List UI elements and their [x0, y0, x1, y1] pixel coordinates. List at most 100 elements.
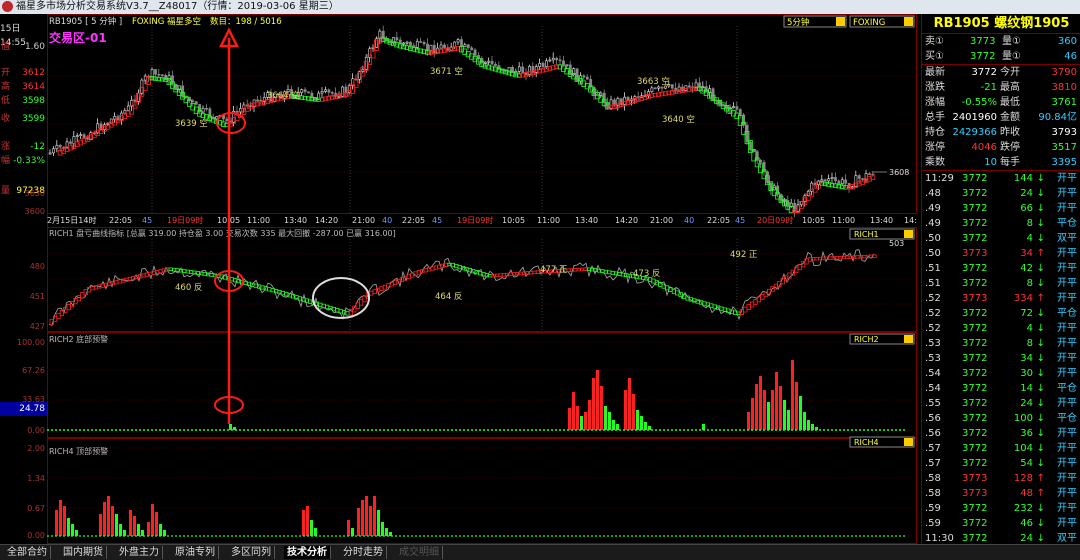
book-price: 3773 [970, 36, 996, 47]
tick-row: .52 3773 334 ↑ 开平 [922, 291, 1080, 306]
tick-row: .53 3772 8 ↓ 开平 [922, 336, 1080, 351]
tick-time: .56 [925, 413, 941, 424]
rich4-bar [306, 506, 309, 536]
tick-volume: 24 [1020, 188, 1033, 199]
arrow-up-icon: ↑ [1036, 473, 1045, 484]
rich4-bar [361, 500, 364, 536]
dropdown-icon [904, 17, 913, 26]
tab-原油专列[interactable]: 原油专列 [172, 546, 219, 559]
rich2-bar [787, 410, 790, 430]
tab-外盘主力[interactable]: 外盘主力 [116, 546, 163, 559]
arrow-down-icon: ↓ [1036, 398, 1045, 409]
tick-time: .53 [925, 353, 941, 364]
dropdown-icon [904, 335, 913, 343]
chart-header-count: 数目：198 / 5016 [210, 16, 282, 27]
tick-type: 开平 [1057, 263, 1077, 274]
arrow-down-icon: ↓ [1036, 308, 1045, 319]
rich1-last-value: 503 [889, 239, 904, 248]
tick-volume: 104 [1013, 443, 1033, 454]
tick-price: 3773 [962, 488, 988, 499]
tab-分时走势[interactable]: 分时走势 [340, 546, 387, 559]
tick-time: .51 [925, 278, 941, 289]
stat-label: 涨幅 [925, 97, 945, 108]
period-select[interactable]: 5分钟 [783, 15, 847, 28]
tick-type: 开平 [1057, 458, 1077, 469]
tick-row: .48 3772 24 ↓ 开平 [922, 186, 1080, 201]
tab-技术分析[interactable]: 技术分析 [284, 546, 331, 559]
tick-price: 3772 [962, 188, 988, 199]
tick-time: .49 [925, 218, 941, 229]
tick-price: 3772 [962, 173, 988, 184]
rich4-bar [314, 528, 317, 536]
rich2-bar [702, 424, 705, 430]
tick-price: 3773 [962, 248, 988, 259]
tab-全部合约[interactable]: 全部合约 [4, 546, 51, 559]
quote-stat-row: 乘数 10 每手 3395 [922, 155, 1080, 170]
stat-value: 90.84亿 [1038, 112, 1077, 123]
tick-type: 开平 [1057, 323, 1077, 334]
quote-stat-row: 持仓 2429366 昨收 3793 [922, 125, 1080, 140]
quote-panel: RB1905 螺纹钢1905 卖① 3773 量① 360 买① 3772 量① 46 最新 3… [921, 14, 1080, 544]
period-select-label: 5分钟 [787, 17, 809, 28]
indicator-select[interactable]: FOXING [849, 15, 915, 28]
rich4-bar [67, 518, 70, 536]
quote-stat-row: 涨跌 -21 最高 3810 [922, 80, 1080, 95]
rich4-bar [99, 514, 102, 536]
tick-row: .54 3772 14 ↓ 平仓 [922, 381, 1080, 396]
rich1-annotation: 492 正 [730, 250, 758, 260]
tick-type: 开平 [1057, 278, 1077, 289]
tab-成交明细[interactable]: 成交明细 [396, 546, 443, 559]
last-price-label: 3608 [889, 168, 909, 177]
rich2-bar [572, 392, 575, 430]
tab-多区同列[interactable]: 多区同列 [228, 546, 275, 559]
main-y-tick: 3600 [25, 207, 45, 216]
order-book-row: 卖① 3773 量① 360 [922, 34, 1080, 49]
left-info-panel: 15日14:55 值 1.60 开 3612 高 3614 低 3598 收 3599 涨 -12 幅 -… [0, 14, 48, 540]
rich4-panel [47, 438, 917, 544]
tick-type: 双平 [1057, 233, 1077, 244]
tab-国内期货[interactable]: 国内期货 [60, 546, 107, 559]
rich1-step-line [49, 254, 877, 326]
rich4-bar [357, 508, 360, 536]
tick-type: 开平 [1057, 443, 1077, 454]
indicator-select-label: FOXING [853, 18, 885, 28]
tick-volume: 48 [1020, 488, 1033, 499]
tick-type: 开平 [1057, 503, 1077, 514]
tick-time: .52 [925, 308, 941, 319]
arrow-up-icon: ↑ [1036, 248, 1045, 259]
rich4-bar [377, 510, 380, 536]
rich2-y-tick: 67.26 [22, 366, 45, 375]
tick-volume: 8 [1026, 278, 1033, 289]
tick-volume: 232 [1013, 503, 1033, 514]
tick-price: 3772 [962, 218, 988, 229]
rich2-bar [791, 360, 794, 430]
tick-time: 11:29 [925, 173, 954, 184]
main-panel [47, 14, 917, 214]
rich2-bar [767, 402, 770, 430]
tick-volume: 128 [1013, 473, 1033, 484]
rich2-bar [799, 396, 802, 430]
tick-price: 3772 [962, 353, 988, 364]
rich4-bar [71, 524, 74, 536]
tick-type: 开平 [1057, 428, 1077, 439]
time-axis-label: 13:40 [575, 216, 598, 225]
tick-row: .56 3772 36 ↓ 开平 [922, 426, 1080, 441]
tick-type: 开平 [1057, 473, 1077, 484]
tick-price: 3772 [962, 308, 988, 319]
quote-symbol: RB1905 螺纹钢1905 [922, 14, 1080, 34]
arrow-down-icon: ↓ [1036, 368, 1045, 379]
tick-price: 3772 [962, 323, 988, 334]
tick-row: .58 3773 128 ↑ 开平 [922, 471, 1080, 486]
stat-label: 最新 [925, 67, 945, 78]
stat-label: 乘数 [925, 157, 945, 168]
time-axis-label: 45 [142, 216, 152, 225]
highlight-circle [312, 277, 370, 319]
tick-volume: 36 [1020, 428, 1033, 439]
tick-time: .52 [925, 293, 941, 304]
arrow-down-icon: ↓ [1036, 203, 1045, 214]
tick-volume: 14 [1020, 383, 1033, 394]
chart-area[interactable]: RB1905 [ 5 分钟 ] FOXING 福星多空 数目：198 / 5016 5… [47, 14, 922, 544]
tick-price: 3772 [962, 203, 988, 214]
chart-svg[interactable]: RB1905 [ 5 分钟 ] FOXING 福星多空 数目：198 / 5016 5… [47, 14, 922, 544]
tick-type: 开平 [1057, 368, 1077, 379]
